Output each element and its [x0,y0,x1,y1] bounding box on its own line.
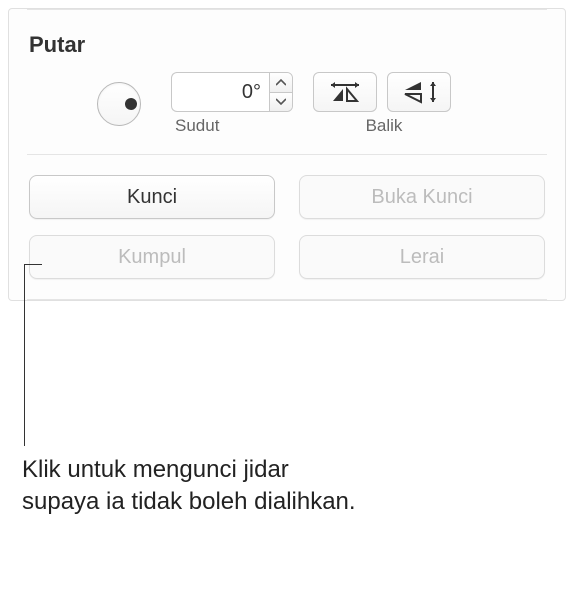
flip-horizontal-icon [325,79,365,105]
group-button[interactable]: Kumpul [29,235,275,279]
flip-group: Balik [313,72,451,136]
angle-input[interactable] [171,72,269,112]
flip-vertical-button[interactable] [387,72,451,112]
flip-label: Balik [362,116,403,136]
rotate-controls-row: Sudut [9,72,565,144]
arrange-panel: Putar Sudut [8,8,566,301]
section-title-rotate: Putar [9,10,565,72]
callout-text: Klik untuk mengunci jidar supaya ia tida… [22,454,362,519]
chevron-down-icon [276,98,286,105]
chevron-up-icon [276,79,286,86]
unlock-button[interactable]: Buka Kunci [299,175,545,219]
rotation-dial-indicator [125,98,137,110]
lock-button[interactable]: Kunci [29,175,275,219]
action-buttons-grid: Kunci Buka Kunci Kumpul Lerai [9,155,565,299]
angle-step-up[interactable] [270,73,292,93]
angle-group: Sudut [171,72,293,136]
flip-buttons [313,72,451,112]
callout-tick [24,264,42,265]
angle-step-down[interactable] [270,93,292,112]
callout-line [24,264,25,446]
ungroup-button[interactable]: Lerai [299,235,545,279]
angle-input-wrap [171,72,293,112]
flip-vertical-icon [399,79,439,105]
angle-label: Sudut [171,116,219,136]
rotation-dial[interactable] [97,82,141,126]
angle-stepper [269,72,293,112]
divider-bottom [27,299,547,300]
flip-horizontal-button[interactable] [313,72,377,112]
